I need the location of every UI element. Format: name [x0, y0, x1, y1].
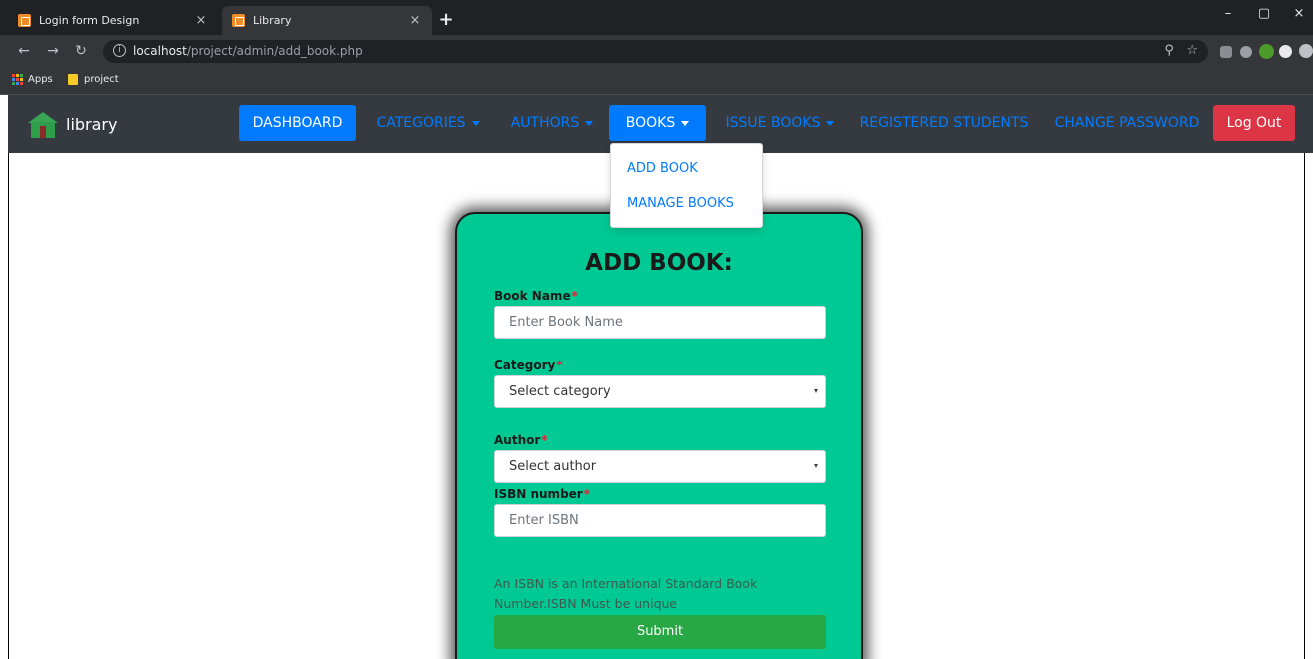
info-icon[interactable]: i [113, 44, 126, 57]
tab-title: Login form Design [39, 14, 140, 27]
extension-icon[interactable] [1220, 46, 1232, 58]
tab-close-icon[interactable]: × [408, 13, 422, 28]
bookmark-star-icon[interactable]: ☆ [1186, 43, 1198, 58]
content-border [8, 153, 9, 659]
apps-grid-icon [12, 74, 23, 85]
category-select[interactable]: Select category [494, 375, 826, 408]
extension-icon[interactable] [1259, 44, 1274, 59]
profile-avatar-icon[interactable] [1299, 44, 1313, 58]
tab-login-form[interactable]: Login form Design × [8, 6, 218, 35]
book-name-input[interactable]: Enter Book Name [494, 306, 826, 339]
bookmarks-bar: Apps project [0, 68, 1313, 95]
required-mark: * [541, 433, 548, 447]
menu-item-add-book[interactable]: ADD BOOK [627, 161, 698, 176]
category-label: Category* [494, 358, 563, 372]
isbn-help-text: An ISBN is an International Standard Boo… [494, 576, 758, 611]
required-mark: * [583, 487, 590, 501]
nav-change-password[interactable]: CHANGE PASSWORD [1048, 105, 1206, 141]
caret-down-icon [681, 120, 690, 126]
bookmark-project[interactable]: project [68, 74, 119, 85]
library-logo-icon [28, 112, 58, 138]
omnibox-actions: ⚲ ☆ [1164, 43, 1198, 58]
xampp-favicon-icon [18, 14, 31, 27]
minimize-icon[interactable]: – [1218, 6, 1238, 21]
nav-categories[interactable]: CATEGORIES [368, 105, 488, 141]
url-text: localhost/project/admin/add_book.php [133, 44, 363, 58]
folder-icon [68, 74, 78, 85]
submit-button[interactable]: Submit [494, 615, 826, 649]
forward-icon[interactable]: → [44, 43, 62, 59]
form-title: ADD BOOK: [585, 250, 733, 276]
book-name-label: Book Name* [494, 289, 578, 303]
bookmark-apps[interactable]: Apps [12, 74, 53, 85]
browser-toolbar: ← → ↻ i localhost/project/admin/add_book… [0, 35, 1313, 68]
isbn-input[interactable]: Enter ISBN [494, 504, 826, 537]
nav-authors[interactable]: AUTHORS [498, 105, 606, 141]
back-icon[interactable]: ← [15, 43, 33, 59]
nav-dashboard[interactable]: DASHBOARD [239, 105, 356, 141]
tab-title: Library [253, 14, 292, 27]
tab-library[interactable]: Library × [222, 6, 432, 35]
new-tab-button[interactable]: + [436, 9, 456, 30]
zoom-icon[interactable]: ⚲ [1164, 43, 1174, 58]
books-dropdown-menu: ADD BOOK MANAGE BOOKS [610, 143, 763, 228]
select-arrow-icon [814, 464, 818, 468]
required-mark: * [571, 289, 578, 303]
tab-strip: Login form Design × Library × + – ▢ × [0, 0, 1313, 35]
logout-button[interactable]: Log Out [1213, 105, 1295, 141]
address-bar[interactable]: i localhost/project/admin/add_book.php ⚲… [103, 40, 1208, 63]
author-select[interactable]: Select author [494, 450, 826, 483]
xampp-favicon-icon [232, 14, 245, 27]
window-close-icon[interactable]: × [1289, 6, 1309, 21]
content-border [1304, 153, 1305, 659]
extension-icon[interactable] [1240, 46, 1252, 58]
tab-close-icon[interactable]: × [194, 13, 208, 28]
author-label: Author* [494, 433, 548, 447]
caret-down-icon [826, 120, 835, 126]
nav-books[interactable]: BOOKS [609, 105, 706, 141]
nav-issue-books[interactable]: ISSUE BOOKS [712, 105, 848, 141]
reload-icon[interactable]: ↻ [72, 43, 90, 59]
browser-chrome: Login form Design × Library × + – ▢ × ← … [0, 0, 1313, 95]
nav-registered-students[interactable]: REGISTERED STUDENTS [854, 105, 1034, 141]
brand[interactable]: library [26, 109, 117, 139]
caret-down-icon [471, 120, 480, 126]
isbn-label: ISBN number* [494, 487, 590, 501]
add-book-form: ADD BOOK: Book Name* Enter Book Name Cat… [455, 212, 863, 659]
maximize-icon[interactable]: ▢ [1254, 6, 1274, 21]
menu-item-manage-books[interactable]: MANAGE BOOKS [627, 196, 734, 211]
brand-name: library [66, 114, 118, 134]
extension-icon[interactable] [1279, 45, 1292, 58]
caret-down-icon [585, 120, 594, 126]
required-mark: * [556, 358, 563, 372]
select-arrow-icon [814, 389, 818, 393]
